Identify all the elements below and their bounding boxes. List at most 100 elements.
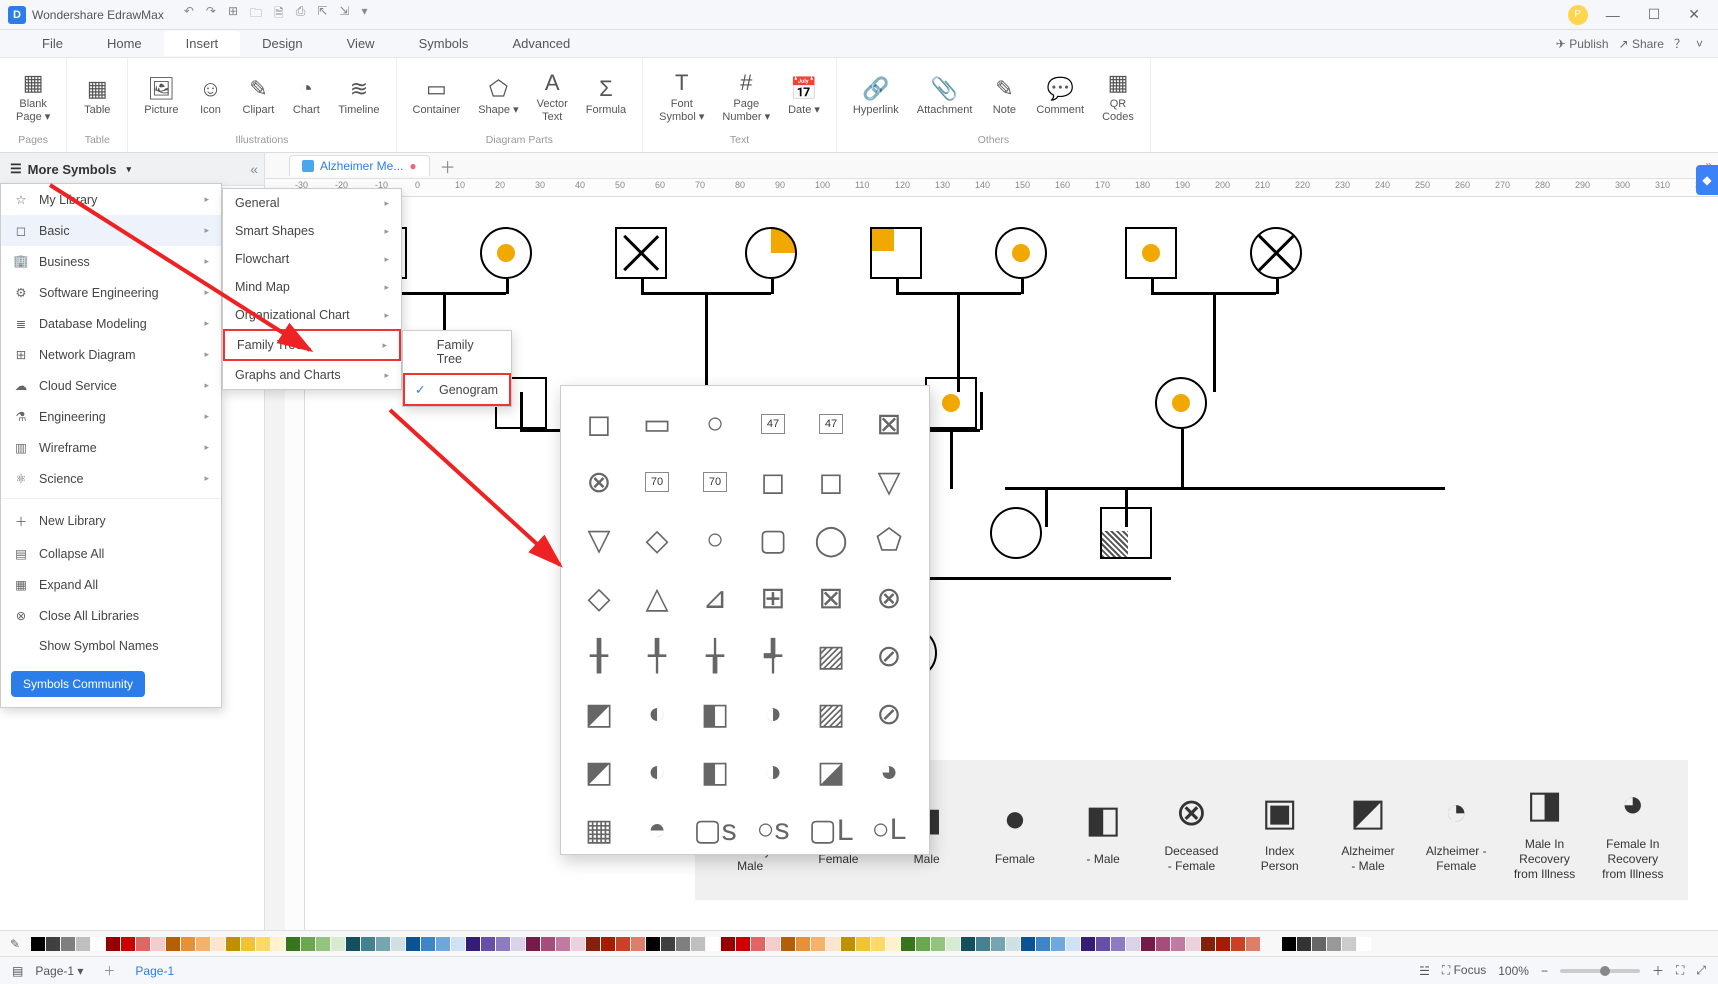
ribbon-comment-button[interactable]: 💬Comment — [1028, 72, 1092, 121]
qat-more-icon[interactable]: ▾ — [361, 4, 367, 25]
genogram-symbol[interactable]: ╂ — [575, 632, 623, 680]
color-swatch[interactable] — [871, 937, 885, 951]
submenu-item-family-tree[interactable]: Family Tree▸ — [223, 329, 401, 361]
menu-home[interactable]: Home — [85, 31, 164, 56]
color-swatch[interactable] — [1357, 937, 1371, 951]
color-swatch[interactable] — [121, 937, 135, 951]
color-swatch[interactable] — [961, 937, 975, 951]
color-swatch[interactable] — [1246, 937, 1260, 951]
color-swatch[interactable] — [91, 937, 105, 951]
color-swatch[interactable] — [1126, 937, 1140, 951]
ribbon-page-button[interactable]: #PageNumber ▾ — [714, 66, 778, 128]
color-swatch[interactable] — [1342, 937, 1356, 951]
flyout-item-basic[interactable]: ◻Basic▸ — [1, 215, 221, 246]
color-swatch[interactable] — [1282, 937, 1296, 951]
menu-insert[interactable]: Insert — [164, 31, 241, 56]
ribbon-formula-button[interactable]: ΣFormula — [578, 72, 634, 121]
import-icon[interactable]: ⇲ — [339, 4, 349, 25]
genogram-symbol[interactable]: ▢s — [691, 806, 739, 854]
color-swatch[interactable] — [346, 937, 360, 951]
genogram-symbol[interactable]: ╀ — [633, 632, 681, 680]
color-swatch[interactable] — [736, 937, 750, 951]
zoom-in-button[interactable]: ＋ — [1652, 962, 1664, 979]
genogram-symbol[interactable]: ▨ — [807, 632, 855, 680]
genogram-symbol[interactable]: ○s — [749, 806, 797, 854]
ribbon-date--button[interactable]: 📅Date ▾ — [780, 72, 828, 121]
submenu-item-organizational-chart[interactable]: Organizational Chart▸ — [223, 301, 401, 329]
genogram-symbol[interactable]: ◩ — [575, 748, 623, 796]
color-swatch[interactable] — [691, 937, 705, 951]
genogram-symbol[interactable]: ▽ — [575, 516, 623, 564]
genogram-symbol[interactable]: ○ — [691, 516, 739, 564]
color-swatch[interactable] — [166, 937, 180, 951]
color-swatch[interactable] — [496, 937, 510, 951]
color-swatch[interactable] — [436, 937, 450, 951]
redo-icon[interactable]: ↷ — [206, 4, 216, 25]
color-swatch[interactable] — [1036, 937, 1050, 951]
undo-icon[interactable]: ↶ — [184, 4, 194, 25]
genogram-symbol[interactable]: ◻ — [575, 400, 623, 448]
page-add-button[interactable]: ＋ — [103, 962, 115, 979]
ribbon-blank-button[interactable]: ▦BlankPage ▾ — [8, 66, 58, 128]
color-swatch[interactable] — [211, 937, 225, 951]
more-symbols-button[interactable]: ☰ More Symbols — [0, 153, 264, 186]
genogram-symbol[interactable]: ◇ — [633, 516, 681, 564]
genogram-symbol[interactable]: ⊗ — [865, 574, 913, 622]
color-swatch[interactable] — [1297, 937, 1311, 951]
genogram-symbol[interactable]: ○L — [865, 806, 913, 854]
genogram-symbol[interactable]: ◩ — [575, 690, 623, 738]
genogram-symbol[interactable]: ⊠ — [865, 400, 913, 448]
color-swatch[interactable] — [1111, 937, 1125, 951]
color-swatch[interactable] — [706, 937, 720, 951]
color-swatch[interactable] — [991, 937, 1005, 951]
color-swatch[interactable] — [406, 937, 420, 951]
ribbon-table-button[interactable]: ▦Table — [75, 72, 119, 121]
color-swatch[interactable] — [376, 937, 390, 951]
color-swatch[interactable] — [826, 937, 840, 951]
color-picker-button[interactable]: ✎ — [6, 935, 24, 953]
color-swatch[interactable] — [31, 937, 45, 951]
menu-symbols[interactable]: Symbols — [397, 31, 491, 56]
genogram-symbol[interactable]: ⊗ — [575, 458, 623, 506]
genogram-node[interactable] — [995, 227, 1047, 279]
minimize-button[interactable]: — — [1596, 3, 1630, 27]
color-swatch[interactable] — [481, 937, 495, 951]
color-swatch[interactable] — [511, 937, 525, 951]
color-swatch[interactable] — [1021, 937, 1035, 951]
color-swatch[interactable] — [781, 937, 795, 951]
genogram-symbol[interactable]: ◑ — [749, 748, 797, 796]
help-icon[interactable]: ？ — [1674, 35, 1686, 52]
color-swatch[interactable] — [1186, 937, 1200, 951]
color-swatch[interactable] — [811, 937, 825, 951]
focus-button[interactable]: ⛶ Focus — [1442, 963, 1486, 978]
genogram-symbol[interactable]: 47 — [749, 400, 797, 448]
close-button[interactable]: ✕ — [1678, 2, 1710, 27]
genogram-symbol[interactable]: ⊿ — [691, 574, 739, 622]
genogram-symbol[interactable]: ⊘ — [865, 690, 913, 738]
color-swatch[interactable] — [106, 937, 120, 951]
ribbon-note-button[interactable]: ✎Note — [982, 72, 1026, 121]
genogram-symbol[interactable]: ▨ — [807, 690, 855, 738]
ribbon-attachment-button[interactable]: 📎Attachment — [909, 72, 981, 121]
flyout-item-network-diagram[interactable]: ⊞Network Diagram▸ — [1, 339, 221, 370]
color-swatch[interactable] — [76, 937, 90, 951]
color-swatch[interactable] — [286, 937, 300, 951]
genogram-node[interactable] — [480, 227, 532, 279]
zoom-slider[interactable] — [1560, 969, 1640, 973]
flyout-item-database-modeling[interactable]: ≣Database Modeling▸ — [1, 308, 221, 339]
menu-file[interactable]: File — [20, 31, 85, 56]
ribbon-chart-button[interactable]: ◔Chart — [284, 72, 328, 121]
new-icon[interactable]: ⊞ — [228, 4, 238, 25]
color-swatch[interactable] — [1156, 937, 1170, 951]
genogram-symbol[interactable]: ╁ — [691, 632, 739, 680]
flyout-item-software-engineering[interactable]: ⚙Software Engineering▸ — [1, 277, 221, 308]
genogram-node[interactable] — [925, 377, 977, 429]
color-swatch[interactable] — [196, 937, 210, 951]
maximize-button[interactable]: ☐ — [1638, 2, 1671, 27]
color-swatch[interactable] — [451, 937, 465, 951]
genogram-symbol[interactable]: ◑ — [749, 690, 797, 738]
genogram-node[interactable] — [1125, 227, 1177, 279]
color-swatch[interactable] — [886, 937, 900, 951]
color-swatch[interactable] — [1006, 937, 1020, 951]
subsubmenu-item-genogram[interactable]: ✓Genogram — [403, 373, 511, 406]
